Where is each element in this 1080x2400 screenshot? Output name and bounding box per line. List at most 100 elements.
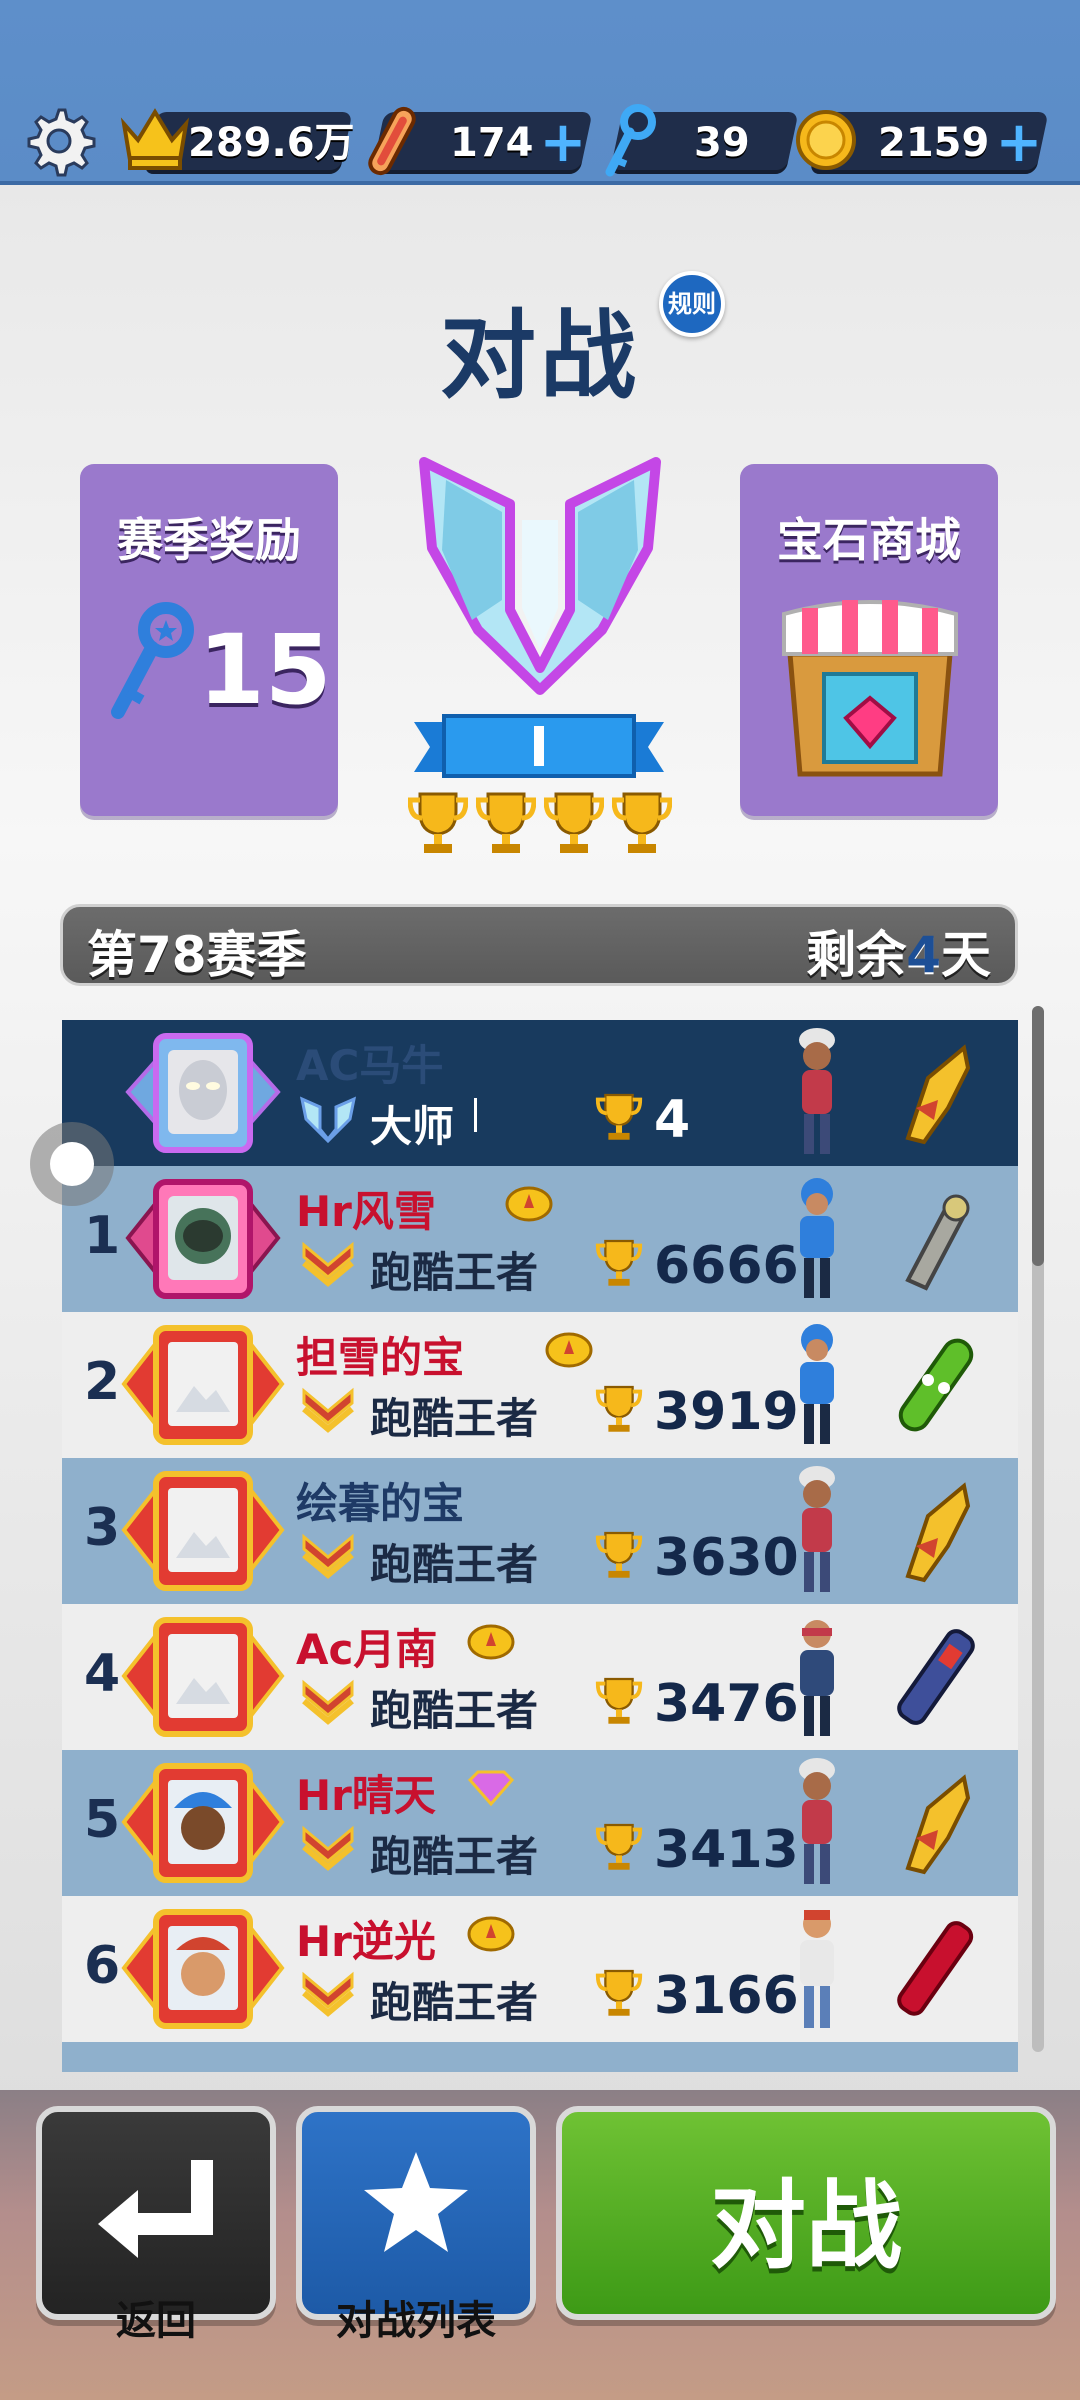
player-name: Ac月南 <box>296 1625 438 1674</box>
season-reward-panel[interactable]: 赛季奖励 15 <box>80 464 338 816</box>
battle-list-label: 对战列表 <box>336 2298 496 2344</box>
season-reward-title: 赛季奖励 <box>117 513 301 567</box>
trophy-icon <box>544 792 604 853</box>
player-name: 担雪的宝 <box>296 1333 465 1382</box>
boards-value: 174 <box>450 120 534 166</box>
character-icon <box>800 1178 834 1298</box>
page-title: 对战 <box>440 300 640 412</box>
player-name: Hr晴天 <box>296 1771 436 1820</box>
rank-chevron-icon <box>302 1971 354 2017</box>
laurel-medal-icon <box>467 1916 515 1952</box>
keys-value: 39 <box>694 120 750 166</box>
character-icon <box>800 1620 834 1736</box>
player-name: Hr逆光 <box>296 1917 436 1966</box>
player-score: 3476 <box>654 1674 799 1734</box>
rank-title: 跑酷王者 <box>370 1540 539 1589</box>
star-icon <box>364 2152 468 2252</box>
trophy-icon <box>595 1677 643 1724</box>
rank-chevron-icon <box>302 1387 354 1433</box>
rules-button[interactable]: 规则 <box>659 271 725 337</box>
trophy-icon <box>595 1531 643 1578</box>
gem-badge-icon <box>467 1770 515 1807</box>
my-score: 4 <box>654 1090 691 1150</box>
league-emblem <box>419 457 661 695</box>
avatar-frame <box>125 1179 281 1299</box>
trophy-icon <box>595 1093 643 1140</box>
season-bar: 第78赛季 剩余4天 <box>60 904 1018 986</box>
league-trophies <box>408 790 674 856</box>
trophy-icon <box>595 1969 643 2016</box>
key-icon <box>605 104 656 177</box>
leaderboard-row-partial[interactable] <box>62 2042 1018 2072</box>
season-remaining-suffix: 天 <box>941 926 991 984</box>
leaderboard-row[interactable]: 5 Hr晴天 跑酷王者 3413 <box>62 1750 1018 1896</box>
crown-icon <box>120 108 190 170</box>
division-ribbon <box>414 714 664 778</box>
leaderboard-row[interactable]: 6 Hr逆光 跑酷王者 3166 <box>62 1896 1018 2042</box>
player-score: 6666 <box>654 1236 799 1296</box>
character-icon <box>800 1910 834 2028</box>
hoverboard-icon <box>897 1629 975 1725</box>
add-boards-button[interactable]: + <box>538 115 588 171</box>
add-coins-button[interactable]: + <box>994 115 1044 171</box>
player-name: 绘暮的宝 <box>296 1479 465 1528</box>
season-remaining: 剩余4天 <box>806 915 991 987</box>
leaderboard-list[interactable]: AC马牛 大师 4 1 Hr风雪 跑酷王者 6666 2 担雪的宝 跑酷王者 3… <box>62 1020 1018 2072</box>
avatar-frame <box>121 1471 285 1591</box>
settings-gear-icon[interactable] <box>22 104 96 178</box>
hoverboard-icon <box>905 1482 971 1583</box>
laurel-medal-icon <box>467 1624 515 1660</box>
player-score: 3413 <box>654 1820 799 1880</box>
division-divider <box>474 1098 477 1132</box>
leaderboard-row[interactable]: 3 绘暮的宝 跑酷王者 3630 <box>62 1458 1018 1604</box>
character-icon <box>799 1028 835 1154</box>
trophy-icon <box>595 1239 643 1286</box>
rank-number: 2 <box>84 1352 121 1412</box>
hoverboard-icon <box>897 1921 974 2016</box>
rank-chevron-icon <box>302 1679 354 1725</box>
laurel-medal-icon <box>505 1186 553 1222</box>
rank-number: 5 <box>84 1790 121 1850</box>
character-icon <box>799 1466 835 1592</box>
rank-title: 跑酷王者 <box>370 1832 539 1881</box>
player-score: 3166 <box>654 1966 799 2026</box>
leaderboard-row[interactable]: 4 Ac月南 跑酷王者 3476 <box>62 1604 1018 1750</box>
gem-shop-panel[interactable]: 宝石商城 <box>740 464 998 816</box>
rank-number: 4 <box>84 1644 121 1704</box>
trophy-icon <box>612 792 672 853</box>
trophy-icon <box>595 1823 643 1870</box>
crowns-value: 289.6万 <box>188 120 355 166</box>
rank-title: 跑酷王者 <box>370 1978 539 2027</box>
character-icon <box>799 1758 835 1884</box>
avatar-frame <box>121 1325 285 1445</box>
rank-title: 跑酷王者 <box>370 1686 539 1735</box>
gem-shop-icon <box>782 600 958 777</box>
gem-shop-title: 宝石商城 <box>777 513 961 567</box>
avatar-frame <box>121 1617 285 1737</box>
trophy-icon <box>595 1385 643 1432</box>
avatar-frame <box>121 1909 285 2029</box>
rank-number: 6 <box>84 1936 121 1996</box>
rank-number: 1 <box>84 1206 121 1266</box>
hoverboard-icon <box>905 1774 971 1875</box>
avatar-frame <box>121 1763 285 1883</box>
coins-value: 2159 <box>878 120 990 166</box>
hoverboard-icon <box>898 1338 974 1432</box>
leaderboard-row[interactable]: 2 担雪的宝 跑酷王者 3919 <box>62 1312 1018 1458</box>
floating-assistive-button[interactable] <box>30 1122 114 1206</box>
leaderboard-scroll-thumb[interactable] <box>1032 1006 1044 1266</box>
leaderboard-row[interactable]: 1 Hr风雪 跑酷王者 6666 <box>62 1166 1018 1312</box>
return-arrow-icon <box>98 2160 213 2258</box>
coin-icon <box>796 110 856 170</box>
key-icon <box>111 602 194 719</box>
trophy-icon <box>476 792 536 853</box>
season-name: 第78赛季 <box>87 926 307 984</box>
my-rank-title: 大师 <box>370 1102 455 1151</box>
season-remaining-days: 4 <box>906 926 941 984</box>
player-score: 3630 <box>654 1528 799 1588</box>
player-score: 3919 <box>654 1382 799 1442</box>
character-icon <box>800 1324 834 1444</box>
my-rank-row[interactable]: AC马牛 大师 4 <box>62 1020 1018 1166</box>
my-player-name: AC马牛 <box>296 1041 444 1090</box>
hoverboard-icon <box>905 1194 970 1291</box>
